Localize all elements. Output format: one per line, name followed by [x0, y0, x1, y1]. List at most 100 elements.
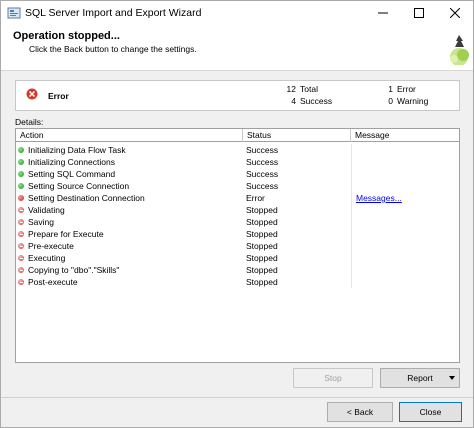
stopped-icon	[18, 207, 24, 213]
table-row[interactable]: Initializing Connections Success	[16, 156, 459, 168]
title-bar[interactable]: SQL Server Import and Export Wizard	[1, 1, 473, 25]
action-cell: Setting Destination Connection	[28, 193, 145, 203]
success-icon	[18, 171, 24, 177]
table-row[interactable]: Prepare for Execute Stopped	[16, 228, 459, 240]
messages-link[interactable]: Messages...	[351, 192, 459, 204]
success-icon	[18, 183, 24, 189]
stopped-icon	[18, 255, 24, 261]
status-cell: Success	[246, 169, 279, 179]
maximize-icon	[414, 8, 424, 18]
window-title: SQL Server Import and Export Wizard	[25, 7, 202, 19]
total-stat: 12 Total	[276, 84, 318, 94]
stopped-icon	[18, 231, 24, 237]
action-cell: Post-execute	[28, 277, 78, 287]
status-cell: Stopped	[246, 253, 278, 263]
message-cell	[351, 216, 459, 228]
error-stat: 1 Error	[373, 84, 416, 94]
message-cell	[351, 276, 459, 288]
status-cell: Stopped	[246, 241, 278, 251]
message-cell	[351, 204, 459, 216]
action-cell: Setting Source Connection	[28, 181, 130, 191]
success-icon	[18, 147, 24, 153]
table-row[interactable]: Executing Stopped	[16, 252, 459, 264]
total-label: Total	[300, 84, 318, 94]
stopped-icon	[18, 279, 24, 285]
page-subtitle: Click the Back button to change the sett…	[29, 44, 197, 54]
stop-button[interactable]: Stop	[293, 368, 373, 388]
column-header-action[interactable]: Action	[16, 129, 243, 142]
dropdown-arrow-icon	[449, 376, 455, 380]
status-cell: Stopped	[246, 277, 278, 287]
action-cell: Initializing Data Flow Task	[28, 145, 126, 155]
status-cell: Stopped	[246, 205, 278, 215]
summary-status: Error	[48, 91, 69, 101]
message-cell	[351, 264, 459, 276]
success-label: Success	[300, 96, 333, 106]
minimize-icon	[378, 12, 388, 14]
status-cell: Stopped	[246, 229, 278, 239]
report-button[interactable]: Report	[380, 368, 460, 388]
action-cell: Initializing Connections	[28, 157, 115, 167]
warning-stat: 0 Warning	[373, 96, 428, 106]
page-header: Operation stopped... Click the Back butt…	[1, 25, 473, 71]
stopped-icon	[18, 267, 24, 273]
success-icon	[18, 159, 24, 165]
table-row[interactable]: Initializing Data Flow Task Success	[16, 144, 459, 156]
action-cell: Prepare for Execute	[28, 229, 104, 239]
action-cell: Setting SQL Command	[28, 169, 116, 179]
status-cell: Success	[246, 157, 279, 167]
action-cell: Copying to "dbo"."Skills"	[28, 265, 120, 275]
message-cell	[351, 240, 459, 252]
message-cell	[351, 168, 459, 180]
back-button[interactable]: < Back	[327, 402, 393, 422]
close-icon	[450, 8, 460, 18]
table-row[interactable]: Setting SQL Command Success	[16, 168, 459, 180]
stopped-icon	[18, 219, 24, 225]
warning-label: Warning	[397, 96, 429, 106]
close-button[interactable]: Close	[399, 402, 462, 422]
details-label: Details:	[15, 117, 44, 127]
status-cell: Success	[246, 145, 279, 155]
details-grid[interactable]: Action Status Message Initializing Data …	[15, 128, 460, 363]
warning-count: 0	[388, 96, 393, 106]
page-title: Operation stopped...	[13, 30, 120, 42]
app-icon	[7, 6, 21, 20]
error-icon	[26, 88, 38, 100]
total-count: 12	[286, 84, 296, 94]
summary-panel: Error 12 Total 4 Success 1 Error 0 Warning	[15, 80, 460, 111]
status-cell: Stopped	[246, 217, 278, 227]
column-header-status[interactable]: Status	[243, 129, 351, 142]
action-cell: Executing	[28, 253, 66, 263]
error-label: Error	[397, 84, 416, 94]
table-row[interactable]: Post-execute Stopped	[16, 276, 459, 288]
minimize-button[interactable]	[365, 1, 401, 25]
message-cell	[351, 252, 459, 264]
table-row[interactable]: Validating Stopped	[16, 204, 459, 216]
message-cell	[351, 144, 459, 156]
action-cell: Validating	[28, 205, 65, 215]
wizard-banner-icon	[450, 35, 469, 65]
table-row[interactable]: Setting Destination Connection Error Messa…	[16, 192, 459, 204]
stopped-icon	[18, 243, 24, 249]
wizard-window: SQL Server Import and Export Wizard Oper…	[0, 0, 474, 428]
message-cell	[351, 180, 459, 192]
table-row[interactable]: Pre-execute Stopped	[16, 240, 459, 252]
table-row[interactable]: Saving Stopped	[16, 216, 459, 228]
action-cell: Saving	[28, 217, 54, 227]
grid-header: Action Status Message	[16, 129, 459, 142]
close-window-button[interactable]	[437, 1, 473, 25]
error-icon	[18, 195, 24, 201]
message-cell	[351, 228, 459, 240]
status-cell: Success	[246, 181, 279, 191]
error-count: 1	[388, 84, 393, 94]
message-cell	[351, 156, 459, 168]
table-row[interactable]: Copying to "dbo"."Skills" Stopped	[16, 264, 459, 276]
maximize-button[interactable]	[401, 1, 437, 25]
status-cell: Stopped	[246, 265, 278, 275]
table-row[interactable]: Setting Source Connection Success	[16, 180, 459, 192]
success-stat: 4 Success	[276, 96, 332, 106]
success-count: 4	[291, 96, 296, 106]
column-header-message[interactable]: Message	[351, 129, 459, 142]
report-label: Report	[407, 373, 433, 383]
action-cell: Pre-execute	[28, 241, 74, 251]
